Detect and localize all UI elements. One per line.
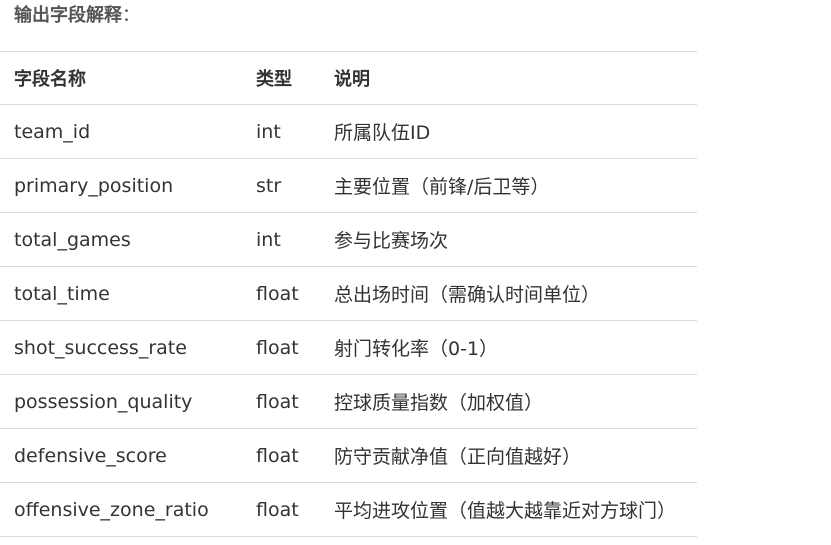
description-cell: 总出场时间（需确认时间单位）: [334, 266, 697, 321]
field-table-body: team_id int 所属队伍ID primary_position str …: [0, 104, 697, 537]
type-cell: int: [256, 104, 334, 159]
description-cell: 平均进攻位置（值越大越靠近对方球门）: [334, 482, 697, 537]
field-name-cell: offensive_zone_ratio: [0, 482, 256, 537]
table-row: possession_quality float 控球质量指数（加权值）: [0, 374, 697, 429]
field-table-header: 字段名称 类型 说明: [0, 51, 697, 105]
field-table: 字段名称 类型 说明 team_id int 所属队伍ID primary_po…: [0, 51, 697, 537]
field-name-cell: total_time: [0, 266, 256, 321]
type-cell: float: [256, 428, 334, 483]
table-row: total_time float 总出场时间（需确认时间单位）: [0, 266, 697, 321]
type-cell: float: [256, 320, 334, 375]
table-row: defensive_score float 防守贡献净值（正向值越好）: [0, 428, 697, 483]
table-row: team_id int 所属队伍ID: [0, 104, 697, 159]
field-name-cell: total_games: [0, 212, 256, 267]
field-name-cell: possession_quality: [0, 374, 256, 429]
description-cell: 控球质量指数（加权值）: [334, 374, 697, 429]
table-row: primary_position str 主要位置（前锋/后卫等）: [0, 158, 697, 213]
description-cell: 射门转化率（0-1）: [334, 320, 697, 375]
type-cell: int: [256, 212, 334, 267]
header-field-name: 字段名称: [0, 51, 256, 105]
description-cell: 所属队伍ID: [334, 104, 697, 159]
table-row: total_games int 参与比赛场次: [0, 212, 697, 267]
field-name-cell: primary_position: [0, 158, 256, 213]
header-type: 类型: [256, 51, 334, 105]
section-title: 输出字段解释: [14, 5, 122, 26]
field-name-cell: shot_success_rate: [0, 320, 256, 375]
type-cell: str: [256, 158, 334, 213]
type-cell: float: [256, 266, 334, 321]
type-cell: float: [256, 374, 334, 429]
field-name-cell: team_id: [0, 104, 256, 159]
description-cell: 参与比赛场次: [334, 212, 697, 267]
description-cell: 防守贡献净值（正向值越好）: [334, 428, 697, 483]
header-row: 字段名称 类型 说明: [0, 51, 697, 105]
description-cell: 主要位置（前锋/后卫等）: [334, 158, 697, 213]
type-cell: float: [256, 482, 334, 537]
section-heading: 输出字段解释：: [14, 2, 140, 30]
section-title-colon: ：: [122, 5, 140, 26]
header-description: 说明: [334, 51, 697, 105]
field-name-cell: defensive_score: [0, 428, 256, 483]
table-row: shot_success_rate float 射门转化率（0-1）: [0, 320, 697, 375]
table-row: offensive_zone_ratio float 平均进攻位置（值越大越靠近…: [0, 482, 697, 537]
